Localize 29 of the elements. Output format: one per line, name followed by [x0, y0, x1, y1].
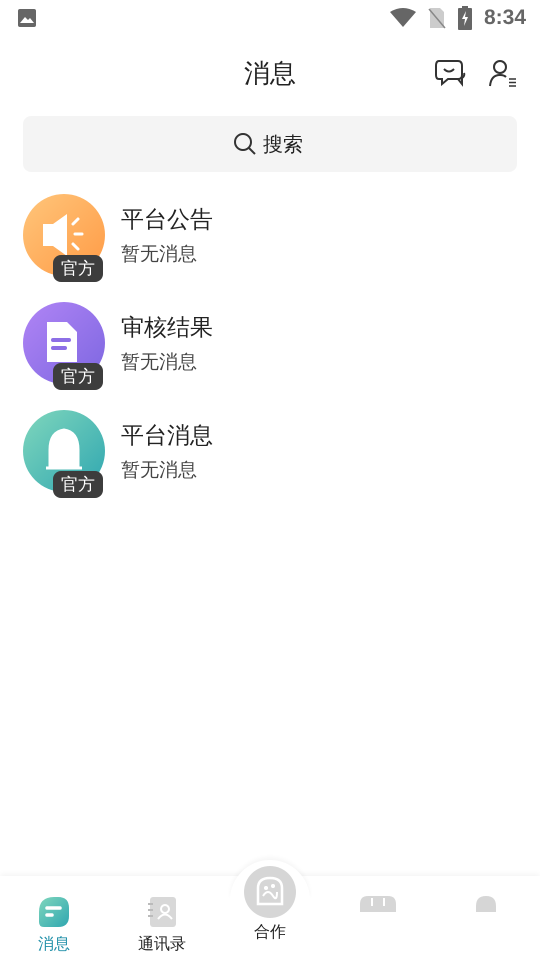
message-icon	[38, 896, 70, 928]
conversation-item[interactable]: 官方 平台消息 暂无消息	[23, 410, 517, 500]
conversation-title: 审核结果	[121, 314, 213, 342]
conversation-preview: 暂无消息	[121, 350, 198, 374]
conversation-item[interactable]: 官方 审核结果 暂无消息	[23, 302, 517, 392]
chat-bubbles-icon[interactable]	[434, 58, 466, 88]
official-badge: 官方	[53, 363, 103, 390]
status-time: 8:34	[484, 6, 526, 30]
no-sim-icon	[428, 7, 446, 29]
conversation-item[interactable]: 官方 平台公告 暂无消息	[23, 194, 517, 284]
page-title: 消息	[244, 58, 296, 90]
conversation-title: 平台消息	[121, 422, 213, 450]
official-badge: 官方	[53, 471, 103, 498]
calendar-icon	[360, 896, 396, 912]
tab-item[interactable]: 消息	[0, 876, 108, 960]
tab-item[interactable]: 通讯录	[108, 876, 216, 960]
wifi-icon	[390, 8, 416, 28]
conversation-preview: 暂无消息	[121, 458, 198, 482]
official-badge: 官方	[53, 255, 103, 282]
search-icon	[233, 132, 257, 156]
conversation-title: 平台公告	[121, 206, 213, 234]
battery-charging-icon	[458, 6, 472, 30]
user-list-icon[interactable]	[488, 58, 518, 88]
tab-item[interactable]: 合作	[216, 866, 324, 960]
person-icon	[476, 896, 496, 912]
image-icon	[17, 8, 37, 28]
address-book-icon	[146, 896, 178, 928]
search-field[interactable]: 搜索	[23, 116, 517, 172]
conversation-preview: 暂无消息	[121, 242, 198, 266]
